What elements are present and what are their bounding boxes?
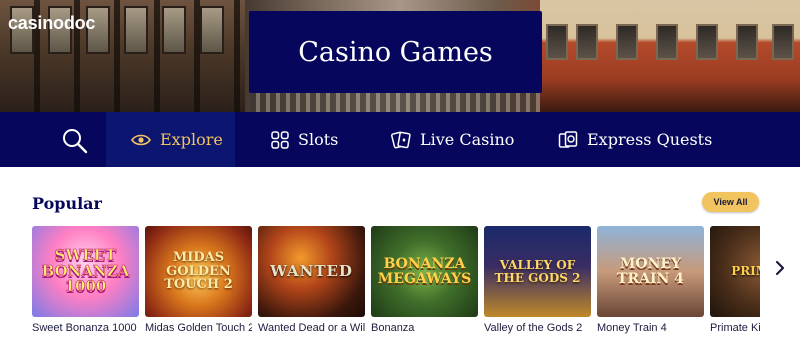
game-card[interactable]: PRIMATE Primate King	[710, 226, 760, 334]
eye-icon	[131, 133, 151, 147]
game-thumbnail: MIDAS GOLDEN TOUCH 2	[145, 226, 252, 317]
game-card[interactable]: MONEY TRAIN 4 Money Train 4	[597, 226, 704, 334]
game-thumbnail-art: MIDAS GOLDEN TOUCH 2	[164, 250, 233, 293]
tab-label: Express Quests	[587, 130, 713, 149]
view-all-button[interactable]: View All	[702, 192, 759, 212]
game-thumbnail-art: MONEY TRAIN 4	[617, 255, 684, 287]
game-card[interactable]: SWEET BONANZA 1000 Sweet Bonanza 1000	[32, 226, 139, 334]
casinodoc-logo[interactable]: casinodoc	[8, 13, 95, 34]
game-name: Money Train 4	[597, 322, 667, 334]
search-icon[interactable]	[60, 126, 90, 156]
game-thumbnail-art: WANTED	[270, 261, 353, 280]
game-thumbnail-art: SWEET BONANZA 1000	[41, 245, 130, 296]
game-card[interactable]: BONANZA MEGAWAYS Bonanza	[371, 226, 478, 334]
game-thumbnail-art: PRIMATE	[731, 264, 760, 279]
tab-label: Explore	[160, 130, 223, 149]
game-thumbnail: MONEY TRAIN 4	[597, 226, 704, 317]
game-thumbnail: SWEET BONANZA 1000	[32, 226, 139, 317]
grid-icon	[271, 130, 289, 149]
tab-explore[interactable]: Explore	[106, 112, 235, 167]
hero-banner: casinodoc Casino Games	[0, 0, 800, 112]
tab-express-quests[interactable]: Express Quests	[558, 112, 712, 167]
game-thumbnail-art: BONANZA MEGAWAYS	[377, 255, 472, 287]
game-card[interactable]: WANTED Wanted Dead or a Wild	[258, 226, 365, 334]
game-name: Bonanza	[371, 322, 415, 334]
tab-slots[interactable]: Slots	[271, 112, 338, 167]
hero-train-right	[540, 0, 800, 112]
game-thumbnail-art: VALLEY OF THE GODS 2	[494, 257, 581, 285]
page-title: Casino Games	[298, 36, 493, 68]
game-name: Primate King	[710, 322, 760, 334]
game-name: Sweet Bonanza 1000	[32, 322, 137, 334]
game-thumbnail: PRIMATE	[710, 226, 760, 317]
hero-title-box: Casino Games	[249, 11, 542, 93]
game-name: Wanted Dead or a Wild	[258, 322, 365, 334]
tab-label: Slots	[298, 130, 339, 149]
game-card[interactable]: VALLEY OF THE GODS 2 Valley of the Gods …	[484, 226, 591, 334]
game-thumbnail: VALLEY OF THE GODS 2	[484, 226, 591, 317]
game-thumbnail: BONANZA MEGAWAYS	[371, 226, 478, 317]
game-thumbnail: WANTED	[258, 226, 365, 317]
game-name: Valley of the Gods 2	[484, 322, 583, 334]
cards-icon	[391, 130, 411, 150]
chevron-right-icon[interactable]	[770, 256, 790, 280]
popular-games-row: SWEET BONANZA 1000 Sweet Bonanza 1000 MI…	[32, 226, 760, 352]
tab-label: Live Casino	[420, 130, 515, 149]
popular-heading: Popular	[32, 194, 102, 213]
category-nav: Explore Slots Live Casino Express Quests	[0, 112, 800, 167]
game-name: Midas Golden Touch 2	[145, 322, 252, 334]
tab-live-casino[interactable]: Live Casino	[391, 112, 514, 167]
quest-cards-icon	[558, 130, 578, 150]
game-card[interactable]: MIDAS GOLDEN TOUCH 2 Midas Golden Touch …	[145, 226, 252, 334]
logo-text: casinodoc	[8, 13, 96, 33]
